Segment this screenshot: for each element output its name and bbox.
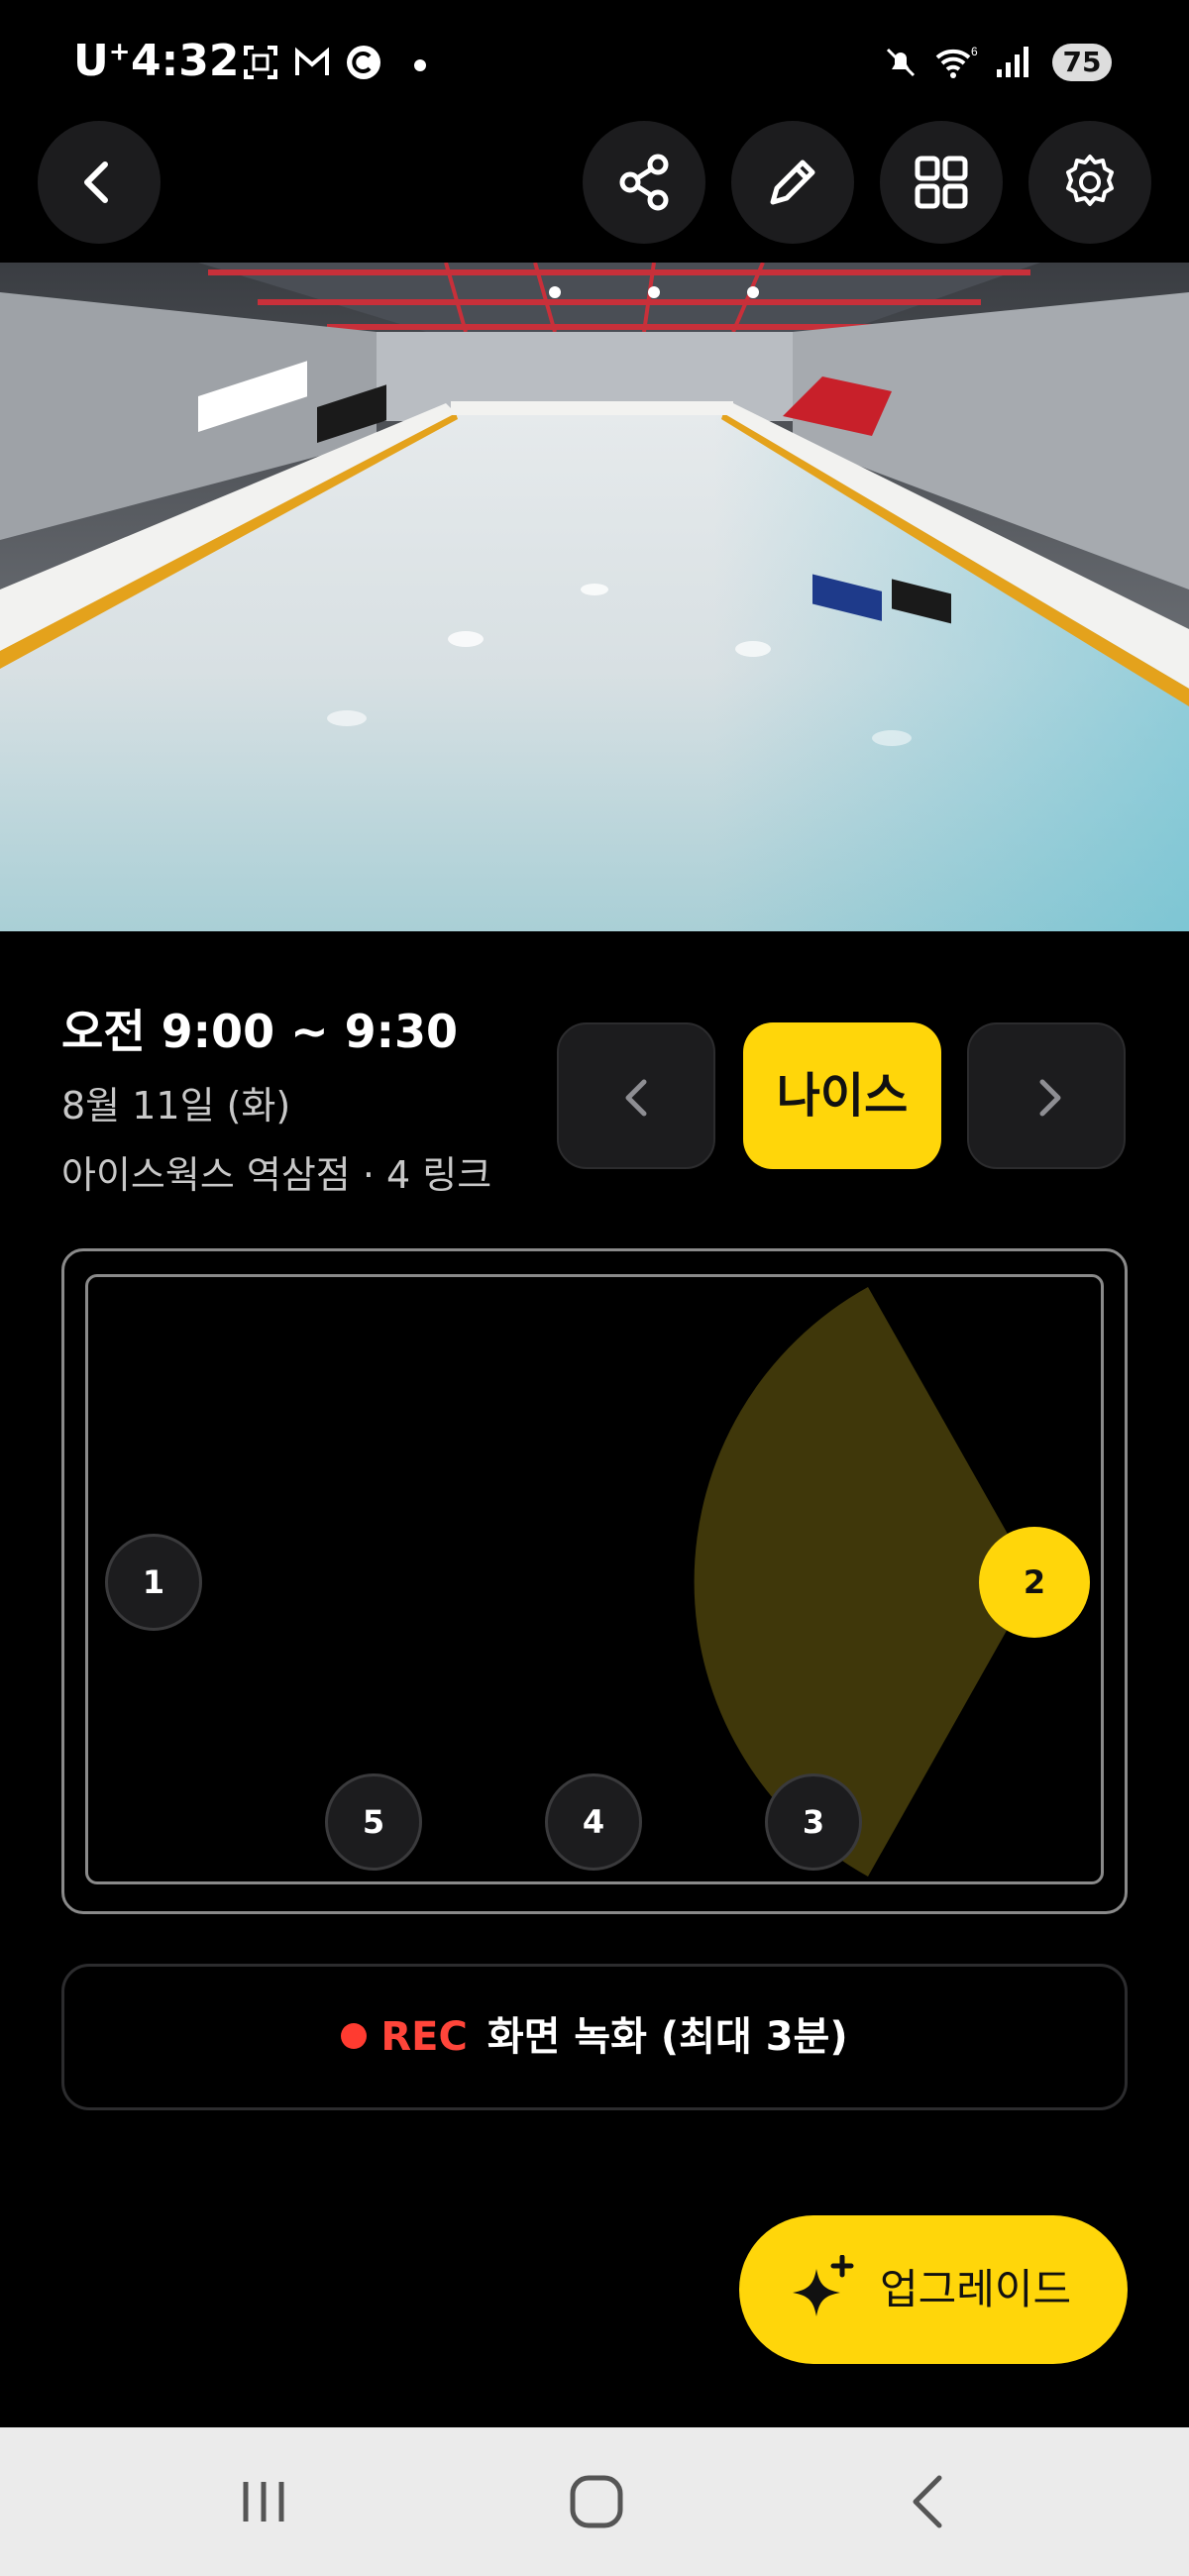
next-session-button[interactable]	[967, 1022, 1126, 1169]
screenshot-icon	[244, 46, 277, 79]
upgrade-button[interactable]: 업그레이드	[739, 2215, 1128, 2364]
record-dot-icon	[341, 2023, 368, 2049]
previous-session-button[interactable]	[557, 1022, 715, 1169]
gear-icon	[1066, 155, 1114, 206]
settings-button[interactable]	[1028, 121, 1151, 244]
svg-text:6: 6	[971, 45, 978, 58]
rec-label: REC	[380, 2014, 468, 2060]
camera-5-button[interactable]: 5	[325, 1773, 422, 1871]
edit-button[interactable]	[731, 121, 854, 244]
layout-button[interactable]	[880, 121, 1003, 244]
chevron-left-icon	[625, 1079, 647, 1117]
nice-button[interactable]: 나이스	[743, 1022, 941, 1169]
camera-3-button[interactable]: 3	[765, 1773, 862, 1871]
chevron-left-icon	[84, 161, 108, 203]
status-bar: U+ 4:32 6 75	[0, 0, 1189, 129]
rec-text: 화면 녹화 (최대 3분)	[486, 2014, 848, 2060]
signal-icon	[997, 47, 1028, 77]
ice-rink-image	[0, 263, 1189, 931]
carrier-label: U+	[73, 36, 131, 86]
video-feed[interactable]	[0, 263, 1189, 931]
system-nav-bar	[0, 2427, 1189, 2576]
grid-icon	[915, 156, 968, 209]
camera-2-button[interactable]: 2	[979, 1527, 1090, 1638]
mute-icon	[886, 48, 916, 77]
session-venue: 아이스웍스 역삼점 · 4 링크	[61, 1153, 492, 1197]
share-button[interactable]	[583, 121, 705, 244]
battery-indicator: 75	[1052, 44, 1112, 81]
recent-apps-icon[interactable]	[234, 2472, 293, 2531]
back-button[interactable]	[38, 121, 161, 244]
sparkle-icon	[793, 2255, 854, 2316]
home-icon[interactable]	[567, 2472, 626, 2531]
clock: 4:32	[131, 36, 240, 86]
gmail-icon	[295, 47, 329, 75]
camera-1-button[interactable]: 1	[105, 1534, 202, 1631]
camera-4-button[interactable]: 4	[545, 1773, 642, 1871]
pencil-icon	[770, 160, 815, 205]
notification-dot	[414, 59, 426, 71]
wifi-icon: 6	[935, 45, 978, 78]
share-icon	[619, 154, 669, 211]
upgrade-label: 업그레이드	[880, 2265, 1072, 2313]
screen-record-button[interactable]: REC 화면 녹화 (최대 3분)	[61, 1964, 1128, 2110]
session-date: 8월 11일 (화)	[61, 1084, 291, 1127]
chevron-right-icon	[1039, 1079, 1061, 1117]
back-nav-icon[interactable]	[900, 2472, 959, 2531]
c-app-icon	[347, 46, 380, 79]
session-time-range: 오전 9:00 ~ 9:30	[61, 1005, 459, 1058]
